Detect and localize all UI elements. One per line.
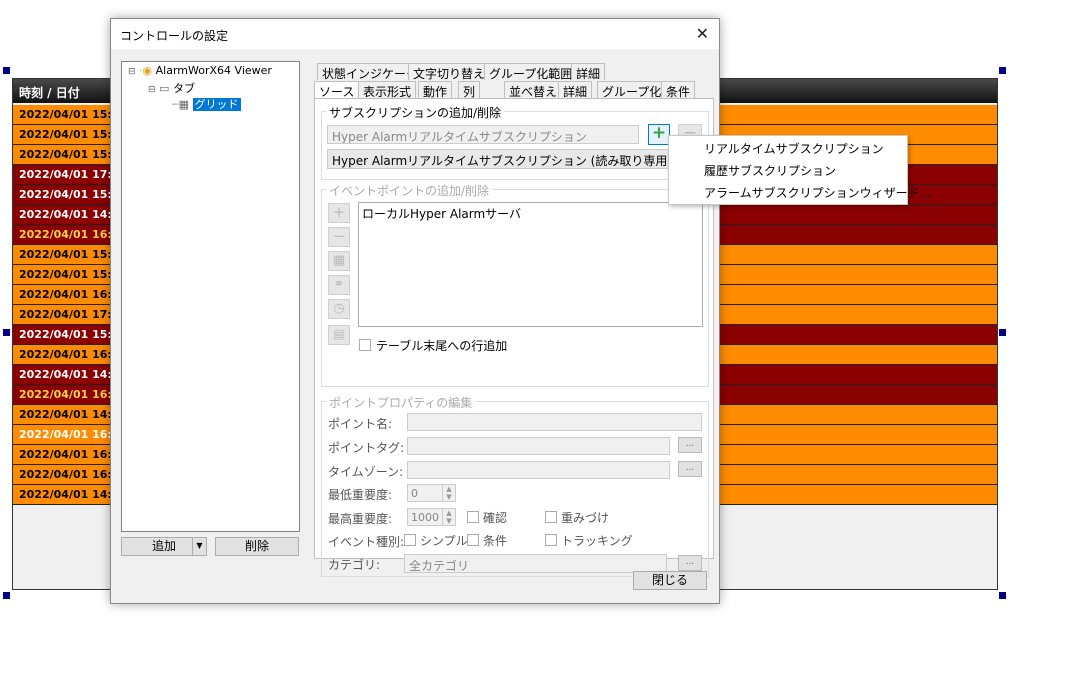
close-button[interactable]: 閉じる — [633, 571, 707, 590]
source-tab-pane: サブスクリプションの追加/削除 Hyper Alarmリアルタイムサブスクリプシ… — [314, 98, 714, 577]
tab-source[interactable]: ソース — [314, 81, 360, 99]
weighting-checkbox[interactable] — [545, 511, 557, 523]
tab-text-switch[interactable]: 文字切り替え — [408, 63, 491, 81]
confirm-label: 確認 — [483, 511, 508, 525]
clock-icon[interactable]: ◷ — [328, 299, 350, 319]
event-type-label: イベント種別: — [328, 535, 405, 549]
dialog-titlebar: コントロールの設定 ✕ — [111, 19, 719, 49]
tab-sort[interactable]: 並べ替え — [504, 81, 563, 99]
link-icon[interactable]: ⚭ — [328, 275, 350, 295]
tab-columns[interactable]: 列 — [458, 81, 481, 99]
min-severity-label: 最低重要度: — [328, 488, 393, 502]
timezone-label: タイムゾーン: — [328, 465, 404, 479]
tab-grouping[interactable]: グループ化 — [597, 81, 667, 99]
resize-handle-tr[interactable] — [999, 67, 1006, 74]
confirm-checkbox[interactable] — [467, 511, 479, 523]
tab-details-row1[interactable]: 詳細 — [571, 63, 606, 81]
document-icon[interactable]: ▤ — [328, 325, 350, 345]
add-point-button[interactable]: + — [328, 203, 350, 223]
menu-item-realtime-subscription[interactable]: リアルタイムサブスクリプション — [704, 140, 884, 157]
remove-point-button[interactable]: − — [328, 227, 350, 247]
weighting-label: 重みづけ — [561, 511, 610, 525]
add-subscription-button[interactable]: + — [648, 124, 670, 145]
subscription-field: Hyper Alarmリアルタイムサブスクリプション — [327, 125, 639, 144]
condition-checkbox[interactable] — [467, 534, 479, 546]
plus-icon: + — [332, 203, 346, 221]
tree-node-tab[interactable]: ⊟ ▭ タブ — [148, 80, 195, 96]
plus-icon: + — [651, 123, 667, 143]
collapse-icon[interactable]: ⊟ — [128, 67, 136, 77]
point-name-label: ポイント名: — [328, 417, 393, 431]
timezone-field[interactable] — [407, 461, 670, 479]
simple-label: シンプル — [420, 534, 468, 548]
resize-handle-mr[interactable] — [999, 329, 1006, 336]
dialog-title: コントロールの設定 — [120, 29, 229, 43]
control-settings-dialog: コントロールの設定 ✕ ⊟ ·◉ AlarmWorX64 Viewer ⊟ ▭ … — [110, 18, 720, 604]
tab-display-format[interactable]: 表示形式 — [358, 81, 417, 99]
eventpoint-item[interactable]: ローカルHyper Alarmサーバ — [362, 205, 521, 222]
tracking-checkbox[interactable] — [545, 534, 557, 546]
close-icon[interactable]: ✕ — [696, 24, 709, 43]
timezone-browse-button[interactable]: ... — [678, 461, 702, 477]
spinner-arrows-icon[interactable]: ▲ ▼ — [442, 485, 455, 501]
resize-handle-bl[interactable] — [3, 592, 10, 599]
eventpoint-list[interactable]: ローカルHyper Alarmサーバ — [358, 202, 703, 327]
collapse-icon[interactable]: ⊟ — [148, 85, 156, 95]
tab-details-row2[interactable]: 詳細 — [558, 81, 593, 99]
condition-label: 条件 — [483, 534, 508, 548]
resize-handle-br[interactable] — [999, 592, 1006, 599]
viewer-icon: ·◉ — [139, 64, 153, 77]
max-severity-spinner[interactable]: 1000 ▲ ▼ — [407, 508, 456, 526]
chevron-down-icon[interactable]: ▼ — [192, 538, 206, 555]
tree-node-grid[interactable]: ┈▦ グリッド — [172, 96, 241, 112]
category-field[interactable]: 全カテゴリ — [404, 554, 667, 573]
tab-conditions[interactable]: 条件 — [661, 81, 696, 99]
simple-checkbox[interactable] — [404, 534, 416, 546]
tree-node-root[interactable]: ⊟ ·◉ AlarmWorX64 Viewer — [128, 64, 272, 77]
menu-item-history-subscription[interactable]: 履歴サブスクリプション — [704, 162, 836, 179]
tab-behavior[interactable]: 動作 — [418, 81, 453, 99]
folder-icon: ▭ — [159, 82, 170, 95]
resize-handle-ml[interactable] — [3, 329, 10, 336]
min-severity-spinner[interactable]: 0 ▲ ▼ — [407, 484, 456, 502]
point-tag-label: ポイントタグ: — [328, 441, 405, 455]
resize-handle-tl[interactable] — [3, 67, 10, 74]
tab-group-range[interactable]: グループ化範囲 — [484, 63, 578, 81]
point-tag-browse-button[interactable]: ... — [678, 437, 702, 453]
point-tag-field[interactable] — [407, 437, 670, 455]
subscription-list-item[interactable]: Hyper Alarmリアルタイムサブスクリプション (読み取り専用) — [327, 149, 702, 169]
add-button[interactable]: 追加 ▼ — [121, 537, 207, 556]
subscription-group: サブスクリプションの追加/削除 — [321, 104, 709, 180]
minus-icon: − — [332, 227, 346, 245]
append-rows-label: テーブル末尾への行追加 — [376, 339, 508, 353]
delete-button[interactable]: 削除 — [215, 537, 299, 556]
tracking-label: トラッキング — [561, 534, 633, 548]
category-label: カテゴリ: — [328, 558, 381, 572]
spinner-arrows-icon[interactable]: ▲ ▼ — [442, 509, 455, 525]
add-subscription-menu: リアルタイムサブスクリプション 履歴サブスクリプション アラームサブスクリプショ… — [668, 135, 931, 205]
max-severity-label: 最高重要度: — [328, 512, 393, 526]
menu-item-alarm-subscription-wizard[interactable]: アラームサブスクリプションウィザード... — [704, 184, 931, 201]
grid-icon: ┈▦ — [172, 98, 190, 111]
table-icon[interactable]: ▦ — [328, 251, 350, 271]
point-name-field[interactable] — [407, 413, 702, 431]
append-rows-checkbox[interactable] — [359, 339, 371, 351]
category-browse-button[interactable]: ... — [678, 555, 702, 571]
control-tree[interactable]: ⊟ ·◉ AlarmWorX64 Viewer ⊟ ▭ タブ ┈▦ グリッド — [121, 61, 300, 532]
